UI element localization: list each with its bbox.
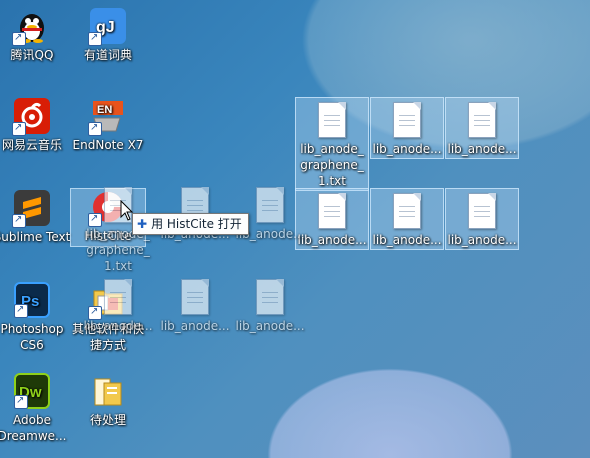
desktop-icon-endnote[interactable]: EN EndNote X7	[69, 98, 147, 153]
netease-music-icon	[12, 98, 50, 136]
text-file-icon	[393, 102, 421, 138]
desktop-icon-label: 腾讯QQ	[10, 48, 54, 62]
drag-open-with-tooltip: ✚ 用 HistCite 打开	[132, 213, 249, 235]
folder-icon	[90, 373, 126, 409]
file-label: lib_anode...	[447, 142, 517, 156]
shortcut-arrow-icon	[88, 120, 102, 136]
desktop-icon-label: 网易云音乐	[1, 138, 62, 152]
desktop-icon-youdao[interactable]: gJ 有道词典	[69, 8, 147, 63]
text-file-icon	[468, 193, 496, 229]
desktop-icon-label: Sublime Text	[0, 230, 71, 244]
desktop-icon-dreamweaver[interactable]: Dw Adobe Dreamwe...	[0, 373, 71, 444]
file-label: lib_anode...	[372, 233, 442, 247]
youdao-dict-icon: gJ	[88, 8, 126, 46]
file-lib-anode-2[interactable]: lib_anode...	[370, 97, 444, 159]
desktop-icon-netease[interactable]: 网易云音乐	[0, 98, 71, 153]
drag-ghost-label: lib_anode...	[235, 319, 305, 333]
dreamweaver-icon: Dw	[14, 373, 50, 409]
desktop-icon-sublime[interactable]: Sublime Text	[0, 190, 71, 245]
file-label: lib_anode_graphene_1.txt	[300, 142, 364, 188]
desktop-icon-label: 有道词典	[83, 48, 132, 62]
desktop-icon-label: EndNote X7	[72, 138, 144, 152]
desktop-icon-pending[interactable]: 待处理	[69, 373, 147, 428]
file-label: lib_anode...	[297, 233, 367, 247]
desktop-icon-label: Adobe Dreamwe...	[0, 413, 67, 443]
text-file-icon	[468, 102, 496, 138]
tooltip-text: 用 HistCite 打开	[151, 217, 242, 231]
file-label: lib_anode...	[447, 233, 517, 247]
shortcut-arrow-icon	[14, 393, 28, 409]
qq-penguin-icon	[12, 8, 50, 46]
file-lib-anode-3[interactable]: lib_anode...	[445, 97, 519, 159]
drag-ghost-file: lib_anode...	[159, 275, 231, 334]
drag-ghost-label: lib_anode...	[83, 319, 153, 333]
file-lib-anode-graphene-1[interactable]: lib_anode_graphene_1.txt	[295, 97, 369, 191]
text-file-icon	[256, 187, 284, 223]
file-label: lib_anode...	[372, 142, 442, 156]
text-file-icon	[393, 193, 421, 229]
text-file-icon	[256, 279, 284, 315]
shortcut-arrow-icon	[12, 212, 26, 228]
svg-text:EN: EN	[97, 104, 112, 116]
file-lib-anode-4[interactable]: lib_anode...	[295, 188, 369, 250]
text-file-icon	[318, 193, 346, 229]
shortcut-arrow-icon	[88, 30, 102, 46]
text-file-icon	[104, 279, 132, 315]
drag-ghost-label: lib_anode...	[160, 319, 230, 333]
desktop-icon-qq[interactable]: 腾讯QQ	[0, 8, 71, 63]
shortcut-arrow-icon	[14, 302, 28, 318]
file-lib-anode-6[interactable]: lib_anode...	[445, 188, 519, 250]
sublime-text-icon	[12, 190, 50, 228]
drag-ghost-file: lib_anode...	[82, 275, 154, 334]
file-lib-anode-5[interactable]: lib_anode...	[370, 188, 444, 250]
endnote-icon: EN	[88, 98, 126, 136]
desktop-icon-label: Photoshop CS6	[0, 322, 64, 352]
photoshop-icon: Ps	[14, 282, 50, 318]
drag-ghost-file: lib_anode...	[234, 275, 306, 334]
shortcut-arrow-icon	[12, 120, 26, 136]
text-file-icon	[318, 102, 346, 138]
shortcut-arrow-icon	[12, 30, 26, 46]
plus-icon: ✚	[137, 217, 148, 231]
text-file-icon	[181, 279, 209, 315]
desktop-icon-photoshop[interactable]: Ps Photoshop CS6	[0, 282, 71, 353]
desktop-icon-label: 待处理	[89, 413, 126, 427]
